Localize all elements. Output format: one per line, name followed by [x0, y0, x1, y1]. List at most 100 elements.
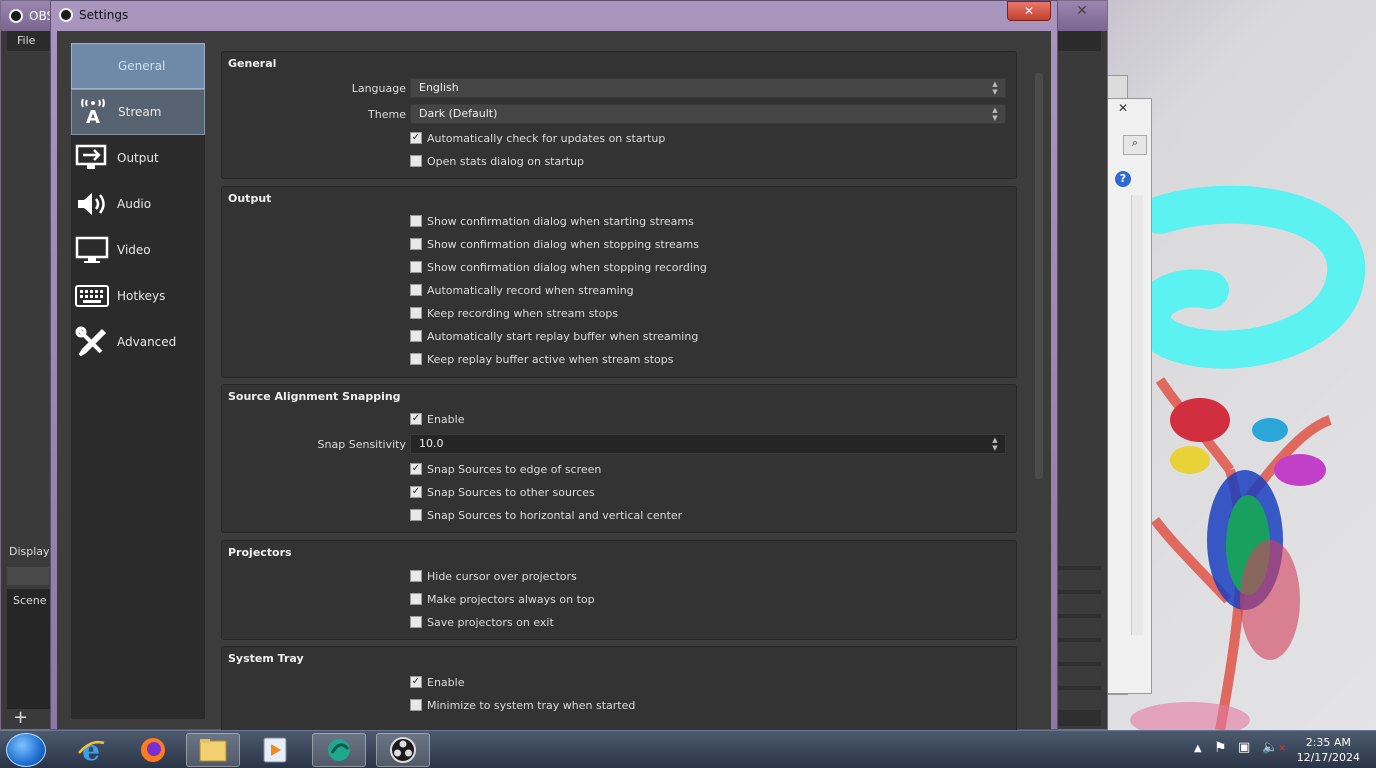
group-title: Output — [228, 192, 272, 205]
settings-content: General Language English ▲ ▼ Theme Dark (… — [221, 43, 1017, 743]
checkbox-unchecked — [410, 284, 422, 296]
output-option-checkbox[interactable]: Show confirmation dialog when starting s… — [410, 215, 694, 228]
nav-label: Stream — [118, 105, 162, 119]
start-button[interactable] — [6, 733, 46, 767]
settings-dialog: Settings ✕ General A Stream Output Audio… — [50, 0, 1058, 743]
checkbox-unchecked — [410, 699, 422, 711]
settings-nav: General A Stream Output Audio Video Hotk… — [71, 43, 205, 719]
checkbox-label: Keep replay buffer active when stream st… — [427, 352, 674, 366]
system-tray: ▲ ⚑ ▣ 🔈✕ 2:35 AM 12/17/2024 — [1176, 731, 1376, 768]
chevron-updown-icon: ▲ ▼ — [992, 106, 998, 122]
group-title: System Tray — [228, 652, 304, 665]
snap-option-checkbox[interactable]: Snap Sources to horizontal and vertical … — [410, 509, 682, 522]
checkbox-label: Snap Sources to other sources — [427, 485, 595, 499]
obs-logo-icon — [9, 9, 23, 23]
nav-label: Hotkeys — [117, 289, 166, 303]
checkbox-unchecked — [410, 238, 422, 250]
checkbox-label: Show confirmation dialog when stopping r… — [427, 260, 707, 274]
app-icon[interactable] — [312, 733, 366, 767]
output-option-checkbox[interactable]: Keep replay buffer active when stream st… — [410, 353, 674, 366]
clock-time: 2:35 AM — [1305, 736, 1351, 749]
checkbox-checked: ✓ — [410, 132, 422, 144]
group-title: Source Alignment Snapping — [228, 390, 401, 403]
checkbox-label: Show confirmation dialog when stopping s… — [427, 237, 699, 251]
help-icon[interactable]: ? — [1115, 171, 1131, 187]
search-icon[interactable]: ⌕ — [1123, 135, 1147, 155]
volume-muted-icon[interactable]: 🔈✕ — [1262, 740, 1286, 755]
chevron-updown-icon: ▲ ▼ — [992, 80, 998, 96]
scene-label: Scene — [13, 594, 47, 607]
checkbox-checked: ✓ — [410, 413, 422, 425]
network-icon[interactable]: ▣ — [1238, 740, 1250, 755]
obs-icon[interactable] — [376, 733, 430, 767]
theme-select[interactable]: Dark (Default) ▲ ▼ — [410, 104, 1006, 124]
projector-option-checkbox[interactable]: Save projectors on exit — [410, 616, 554, 629]
nav-item-hotkeys[interactable]: Hotkeys — [71, 273, 205, 319]
internet-explorer-icon[interactable]: e — [64, 733, 118, 767]
nav-item-audio[interactable]: Audio — [71, 181, 205, 227]
output-option-checkbox[interactable]: Keep recording when stream stops — [410, 307, 618, 320]
show-hidden-icons-icon[interactable]: ▲ — [1194, 743, 1202, 754]
group-projectors: Projectors Hide cursor over projectors M… — [221, 540, 1017, 640]
checkbox-unchecked — [410, 509, 422, 521]
nav-item-general[interactable]: General — [71, 43, 205, 89]
projector-option-checkbox[interactable]: Hide cursor over projectors — [410, 570, 577, 583]
group-title: Projectors — [228, 546, 292, 559]
taskbar: e ▲ ⚑ ▣ 🔈✕ 2:35 AM 12/17/2024 — [0, 730, 1376, 768]
auto-update-checkbox[interactable]: ✓ Automatically check for updates on sta… — [410, 132, 665, 145]
spin-arrows-icon[interactable]: ▲ ▼ — [989, 436, 1001, 452]
open-stats-checkbox[interactable]: Open stats dialog on startup — [410, 155, 584, 168]
output-option-checkbox[interactable]: Automatically start replay buffer when s… — [410, 330, 698, 343]
snapping-enable-checkbox[interactable]: ✓ Enable — [410, 413, 464, 426]
checkbox-unchecked — [410, 353, 422, 365]
file-explorer-icon[interactable] — [186, 733, 240, 767]
obs-logo-icon — [59, 8, 73, 22]
svg-text:A: A — [86, 107, 100, 127]
snap-option-checkbox[interactable]: ✓ Snap Sources to other sources — [410, 486, 595, 499]
nav-item-video[interactable]: Video — [71, 227, 205, 273]
output-option-checkbox[interactable]: Show confirmation dialog when stopping s… — [410, 238, 699, 251]
nav-label: Output — [117, 151, 159, 165]
checkbox-unchecked — [410, 616, 422, 628]
language-value: English — [419, 81, 459, 94]
close-icon[interactable]: ✕ — [1067, 3, 1097, 21]
checkbox-label: Automatically start replay buffer when s… — [427, 329, 699, 343]
close-button[interactable]: ✕ — [1007, 1, 1051, 21]
scrollbar[interactable] — [1131, 195, 1143, 635]
clock[interactable]: 2:35 AM 12/17/2024 — [1297, 735, 1360, 765]
checkbox-unchecked — [410, 155, 422, 167]
snap-option-checkbox[interactable]: ✓ Snap Sources to edge of screen — [410, 463, 601, 476]
group-output: Output Show confirmation dialog when sta… — [221, 186, 1017, 378]
nav-label: Advanced — [117, 335, 177, 349]
output-option-checkbox[interactable]: Show confirmation dialog when stopping r… — [410, 261, 707, 274]
tools-icon — [75, 326, 109, 357]
nav-item-stream[interactable]: A Stream — [71, 89, 205, 135]
menu-file[interactable]: File — [17, 34, 35, 47]
firefox-icon[interactable] — [126, 733, 180, 767]
checkbox-label: Snap Sources to horizontal and vertical … — [427, 508, 683, 522]
projector-option-checkbox[interactable]: Make projectors always on top — [410, 593, 595, 606]
checkbox-label: Automatically record when streaming — [427, 283, 634, 297]
checkbox-label: Minimize to system tray when started — [427, 698, 636, 712]
snap-sensitivity-spinbox[interactable]: 10.0 ▲ ▼ — [410, 434, 1006, 454]
nav-item-advanced[interactable]: Advanced — [71, 319, 205, 365]
language-select[interactable]: English ▲ ▼ — [410, 78, 1006, 98]
nav-item-output[interactable]: Output — [71, 135, 205, 181]
checkbox-unchecked — [410, 215, 422, 227]
group-title: General — [228, 57, 277, 70]
snap-sensitivity-label: Snap Sensitivity — [317, 437, 406, 451]
flag-icon[interactable]: ⚑ — [1214, 740, 1227, 756]
tray-option-checkbox[interactable]: Minimize to system tray when started — [410, 699, 635, 712]
close-icon[interactable]: ✕ — [1113, 101, 1133, 115]
output-monitor-icon — [75, 143, 109, 173]
tray-option-checkbox[interactable]: ✓ Enable — [410, 676, 464, 689]
add-scene-icon[interactable]: + — [13, 707, 28, 728]
checkbox-label: Make projectors always on top — [427, 592, 595, 606]
svg-text:e: e — [82, 735, 100, 765]
media-player-icon[interactable] — [248, 733, 302, 767]
checkbox-label: Enable — [427, 412, 465, 426]
settings-client: General A Stream Output Audio Video Hotk… — [57, 31, 1051, 743]
content-scrollbar[interactable] — [1035, 73, 1043, 479]
output-option-checkbox[interactable]: Automatically record when streaming — [410, 284, 634, 297]
theme-value: Dark (Default) — [419, 107, 498, 120]
